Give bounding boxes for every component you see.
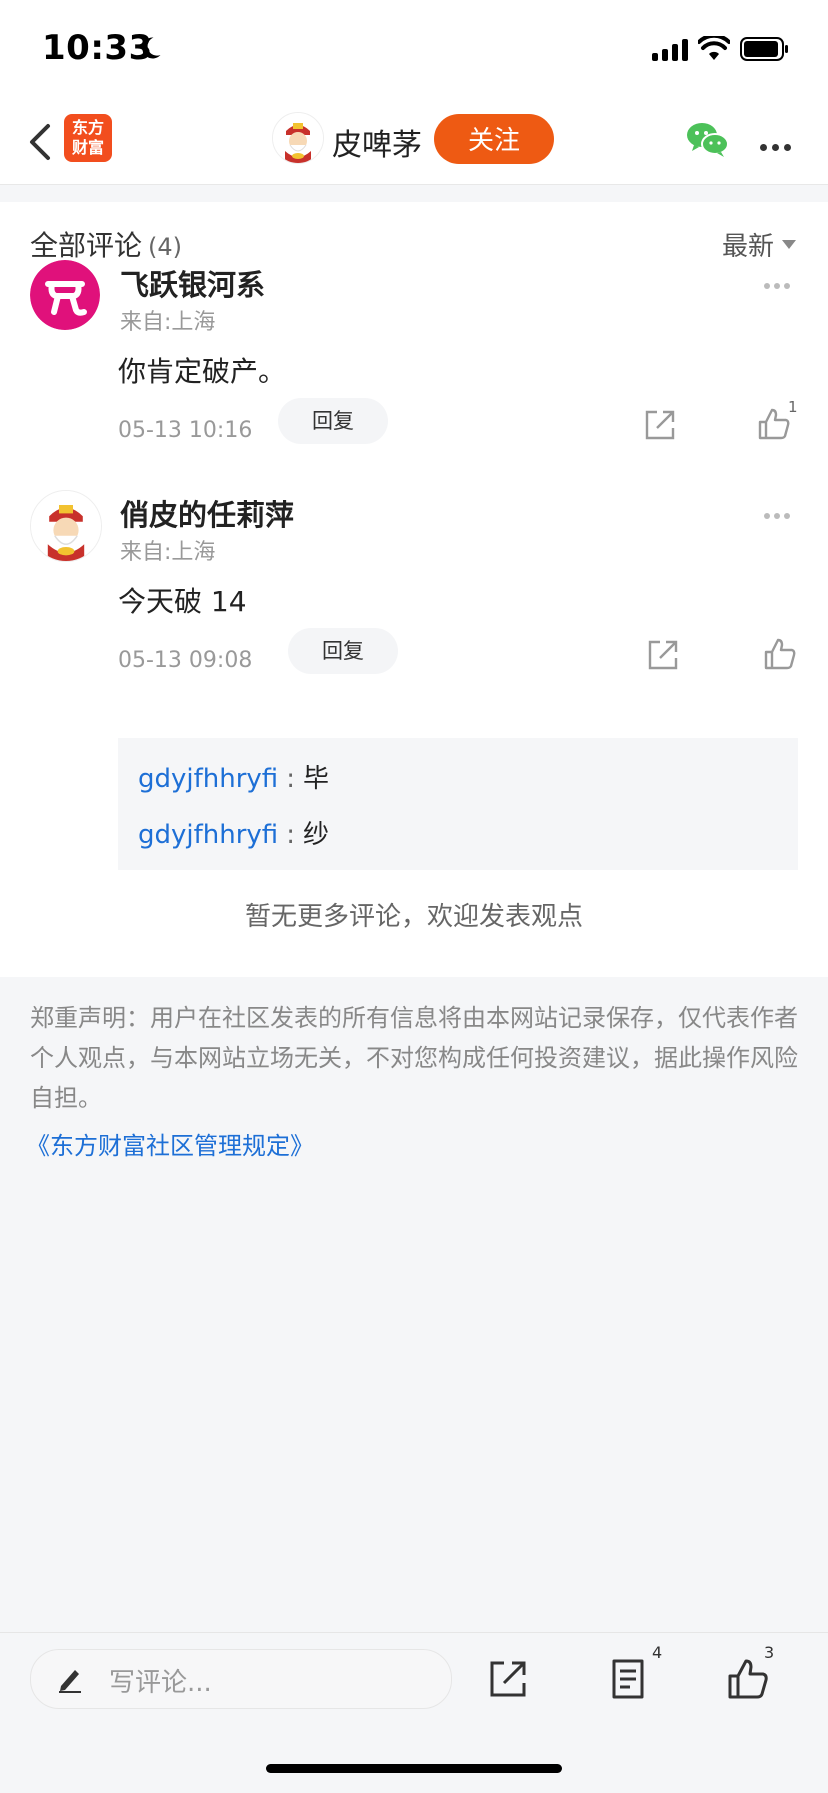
reply-button[interactable]: 回复 bbox=[278, 398, 388, 444]
commenter-avatar[interactable] bbox=[30, 490, 102, 562]
comments-section: 全部评论 (4) 最新 飞跃银河系 来自:上海 你肯定破产。 05-13 10:1… bbox=[0, 202, 828, 977]
like-thumb-icon[interactable] bbox=[756, 406, 792, 442]
reply-separator: : bbox=[286, 764, 295, 794]
comment-list-icon[interactable] bbox=[606, 1657, 650, 1701]
pen-icon bbox=[59, 1670, 81, 1693]
commenter-avatar[interactable] bbox=[30, 260, 100, 330]
like-thumb-icon[interactable] bbox=[762, 636, 798, 672]
like-count: 1 bbox=[788, 398, 798, 416]
comment-text: 你肯定破产。 bbox=[118, 355, 287, 388]
comments-header: 全部评论 (4) bbox=[30, 224, 182, 264]
top-navbar: 东方 财富 皮啤茅 关注 bbox=[0, 100, 828, 185]
disclaimer-text: 郑重声明：用户在社区发表的所有信息将由本网站记录保存，仅代表作者个人观点，与本网… bbox=[30, 1004, 798, 1112]
commenter-location: 来自:上海 bbox=[120, 310, 216, 335]
share-icon[interactable] bbox=[643, 408, 677, 442]
author-name[interactable]: 皮啤茅 bbox=[332, 120, 422, 164]
reply-user-link[interactable]: gdyjfhhryfi bbox=[138, 820, 278, 850]
status-icons bbox=[652, 34, 790, 64]
sort-dropdown[interactable]: 最新 bbox=[722, 226, 796, 263]
sub-replies-box[interactable]: gdyjfhhryfi: 毕 gdyjfhhryfi: 纱 bbox=[118, 738, 798, 870]
sub-reply: gdyjfhhryfi: 纱 bbox=[138, 814, 329, 851]
more-options-icon[interactable] bbox=[760, 136, 796, 151]
commenter-name[interactable]: 飞跃银河系 bbox=[120, 262, 265, 304]
community-rules-link[interactable]: 《东方财富社区管理规定》 bbox=[26, 1126, 314, 1161]
battery-icon bbox=[740, 37, 788, 61]
status-bar: 10:33 bbox=[0, 0, 828, 100]
write-comment-input[interactable]: 写评论... bbox=[30, 1649, 452, 1709]
logo-text-line2: 财富 bbox=[71, 138, 104, 157]
comment-placeholder: 写评论... bbox=[109, 1668, 212, 1698]
reply-button[interactable]: 回复 bbox=[288, 628, 398, 674]
back-arrow-icon[interactable] bbox=[24, 118, 58, 166]
wechat-share-icon[interactable] bbox=[686, 120, 730, 160]
commenter-location: 来自:上海 bbox=[120, 540, 216, 565]
share-icon[interactable] bbox=[486, 1657, 530, 1701]
wifi-icon bbox=[698, 36, 730, 60]
comment-more-icon[interactable] bbox=[764, 504, 796, 519]
home-indicator bbox=[266, 1764, 562, 1773]
follow-button[interactable]: 关注 bbox=[434, 114, 554, 164]
commenter-name[interactable]: 俏皮的任莉萍 bbox=[120, 492, 294, 534]
share-icon[interactable] bbox=[646, 638, 680, 672]
reply-text: 纱 bbox=[302, 820, 329, 850]
comments-count: (4) bbox=[148, 233, 183, 261]
avatar-logo-icon bbox=[30, 260, 100, 330]
comment-more-icon[interactable] bbox=[764, 274, 796, 289]
like-thumb-icon[interactable] bbox=[726, 1657, 770, 1701]
dropdown-arrow-icon bbox=[782, 240, 796, 249]
comment-time: 05-13 09:08 bbox=[118, 648, 253, 673]
fortune-god-icon bbox=[31, 491, 101, 561]
comment-text: 今天破 14 bbox=[118, 585, 247, 618]
comment-time: 05-13 10:16 bbox=[118, 418, 253, 443]
reply-separator: : bbox=[286, 820, 295, 850]
reply-user-link[interactable]: gdyjfhhryfi bbox=[138, 764, 278, 794]
logo-text-line1: 东方 bbox=[71, 118, 104, 137]
author-avatar[interactable] bbox=[272, 112, 324, 164]
moon-icon bbox=[142, 37, 161, 59]
sub-reply: gdyjfhhryfi: 毕 bbox=[138, 758, 329, 795]
no-more-comments-text: 暂无更多评论，欢迎发表观点 bbox=[244, 902, 583, 932]
comments-title: 全部评论 bbox=[30, 229, 143, 262]
reply-text: 毕 bbox=[302, 764, 329, 794]
sort-label: 最新 bbox=[721, 232, 774, 262]
like-count-badge: 3 bbox=[764, 1643, 775, 1662]
comment-count-badge: 4 bbox=[652, 1643, 663, 1662]
eastmoney-logo[interactable]: 东方 财富 bbox=[64, 114, 112, 162]
fortune-god-icon bbox=[273, 113, 323, 163]
cellular-signal-icon bbox=[652, 37, 688, 61]
